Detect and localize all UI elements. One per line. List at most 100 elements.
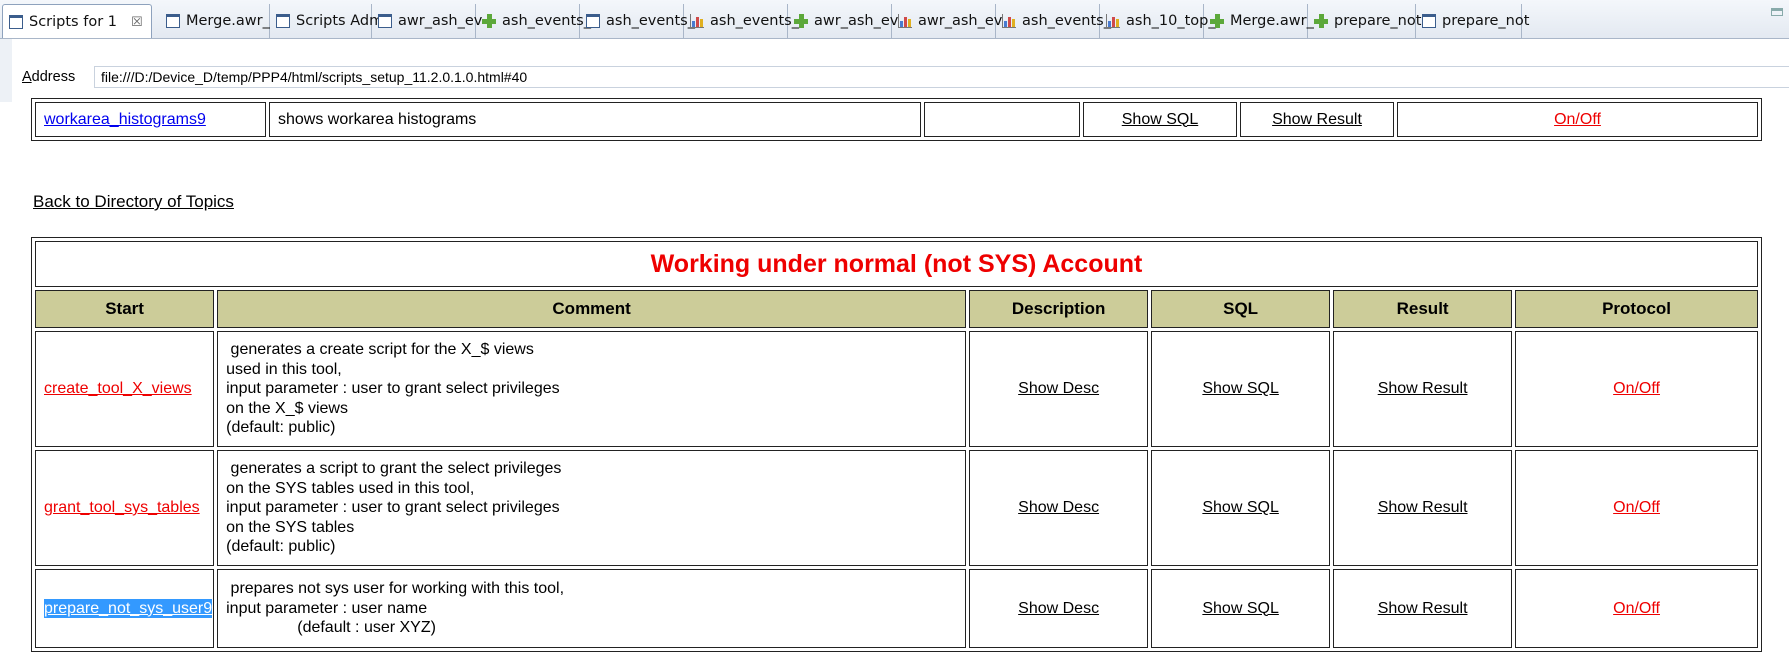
tab-awr-ash-ev[interactable]: awr_ash_ev: [788, 4, 898, 38]
document-icon: [586, 14, 600, 28]
column-header-comment: Comment: [217, 290, 967, 328]
show-desc-link[interactable]: Show Desc: [1018, 380, 1099, 397]
comment-cell: prepares not sys user for working with t…: [217, 569, 967, 648]
show-sql-link[interactable]: Show SQL: [1202, 380, 1278, 397]
result-cell: Show Result: [1333, 331, 1513, 447]
tab-merge-awr[interactable]: Merge.awr_: [1204, 4, 1314, 38]
tab-label: Merge.awr_: [1230, 13, 1314, 29]
tab-label: ash_events_: [1022, 13, 1111, 29]
show-sql-link[interactable]: Show SQL: [1122, 111, 1198, 128]
comment-line: generates a script to grant the select p…: [226, 460, 562, 478]
protocol-toggle-link[interactable]: On/Off: [1613, 380, 1660, 397]
result-cell: Show Result: [1240, 102, 1394, 137]
sql-cell: Show SQL: [1151, 331, 1331, 447]
tab-ash-events[interactable]: ash_events_: [996, 4, 1111, 38]
table-row: prepare_not_sys_user9 prepares not sys u…: [35, 569, 1758, 648]
tab-merge-awr[interactable]: Merge.awr_: [160, 4, 270, 38]
tab-label: ash_events_: [502, 13, 591, 29]
tab-label: Scripts for 1: [29, 14, 117, 30]
tab-ash-events[interactable]: ash_events_: [476, 4, 591, 38]
description-cell: Show Desc: [969, 450, 1149, 566]
tab-label: awr_ash_ev: [918, 13, 1003, 29]
tab-label: ash_10_top_: [1126, 13, 1216, 29]
show-sql-link[interactable]: Show SQL: [1202, 600, 1278, 617]
protocol-toggle-link[interactable]: On/Off: [1613, 600, 1660, 617]
comment-cell: shows workarea histograms: [269, 102, 921, 137]
show-sql-link[interactable]: Show SQL: [1202, 499, 1278, 516]
tab-awr-ash-ev[interactable]: awr_ash_ev: [372, 4, 482, 38]
result-cell: Show Result: [1333, 450, 1513, 566]
maximize-icon[interactable]: [1771, 8, 1783, 16]
comment-line: (default: public): [226, 419, 336, 437]
page-content: workarea_histograms9 shows workarea hist…: [0, 98, 1789, 653]
tab-ash-events[interactable]: ash_events_: [684, 4, 799, 38]
table-header-row: Start Comment Description SQL Result Pro…: [35, 290, 1758, 328]
show-result-link[interactable]: Show Result: [1378, 380, 1468, 397]
sql-cell: Show SQL: [1083, 102, 1237, 137]
description-cell: [924, 102, 1080, 137]
editor-tab-strip: Scripts for 1 ☒ Merge.awr_ Scripts Adm a…: [0, 0, 1789, 39]
show-result-link[interactable]: Show Result: [1272, 111, 1362, 128]
table-row: create_tool_X_views generates a create s…: [35, 331, 1758, 447]
tab-ash-10-top[interactable]: ash_10_top_: [1100, 4, 1216, 38]
script-link-create-tool-x-views[interactable]: create_tool_X_views: [44, 380, 192, 397]
tab-awr-ash-ev[interactable]: awr_ash_ev: [892, 4, 1002, 38]
script-link-grant-tool-sys-tables[interactable]: grant_tool_sys_tables: [44, 499, 200, 516]
tab-scripts-adm[interactable]: Scripts Adm: [270, 4, 383, 38]
tab-label: prepare_not: [1334, 13, 1422, 29]
scripts-table-partial: workarea_histograms9 shows workarea hist…: [31, 98, 1762, 141]
show-result-link[interactable]: Show Result: [1378, 600, 1468, 617]
tab-ash-events[interactable]: ash_events_: [580, 4, 695, 38]
show-result-link[interactable]: Show Result: [1378, 499, 1468, 516]
table-title-row: Working under normal (not SYS) Account: [35, 241, 1758, 287]
chart-icon: [690, 14, 704, 28]
comment-line: on the X_$ views: [226, 399, 348, 417]
comment-line: used in this tool,: [226, 360, 342, 378]
start-cell: workarea_histograms9: [35, 102, 266, 137]
address-input[interactable]: file:///D:/Device_D/temp/PPP4/html/scrip…: [94, 66, 1789, 88]
protocol-cell: On/Off: [1515, 569, 1758, 648]
comment-line: input parameter : user to grant select p…: [226, 499, 560, 517]
back-to-directory-link[interactable]: Back to Directory of Topics: [33, 192, 234, 212]
close-icon[interactable]: ☒: [131, 15, 143, 30]
comment-line: on the SYS tables: [226, 518, 355, 536]
tab-prepare-not[interactable]: prepare_not: [1308, 4, 1421, 38]
protocol-toggle-link[interactable]: On/Off: [1613, 499, 1660, 516]
tab-scripts-for-1[interactable]: Scripts for 1 ☒: [2, 4, 152, 38]
comment-cell: generates a script to grant the select p…: [217, 450, 967, 566]
script-link-prepare-not-sys-user9[interactable]: prepare_not_sys_user9: [44, 598, 213, 618]
description-cell: Show Desc: [969, 331, 1149, 447]
show-desc-link[interactable]: Show Desc: [1018, 499, 1099, 516]
document-icon: [378, 14, 392, 28]
protocol-cell: On/Off: [1515, 331, 1758, 447]
comment-line: prepares not sys user for working with t…: [226, 580, 565, 598]
start-cell: create_tool_X_views: [35, 331, 215, 447]
protocol-cell: On/Off: [1397, 102, 1758, 137]
tab-label: ash_events_: [710, 13, 799, 29]
plus-icon: [1210, 14, 1224, 28]
tab-label: awr_ash_ev: [814, 13, 899, 29]
column-header-description: Description: [969, 290, 1149, 328]
tab-label: awr_ash_ev: [398, 13, 483, 29]
description-cell: Show Desc: [969, 569, 1149, 648]
tab-label: Scripts Adm: [296, 13, 384, 29]
tab-prepare-not[interactable]: prepare_not: [1416, 4, 1529, 38]
sql-cell: Show SQL: [1151, 569, 1331, 648]
tab-label: Merge.awr_: [186, 13, 270, 29]
document-icon: [9, 15, 23, 29]
table-title: Working under normal (not SYS) Account: [35, 241, 1758, 287]
table-row: grant_tool_sys_tables generates a script…: [35, 450, 1758, 566]
chart-icon: [1002, 14, 1016, 28]
show-desc-link[interactable]: Show Desc: [1018, 600, 1099, 617]
protocol-toggle-link[interactable]: On/Off: [1554, 111, 1601, 128]
column-header-start: Start: [35, 290, 215, 328]
column-header-result: Result: [1333, 290, 1513, 328]
comment-line: input parameter : user to grant select p…: [226, 380, 560, 398]
start-cell: grant_tool_sys_tables: [35, 450, 215, 566]
sql-cell: Show SQL: [1151, 450, 1331, 566]
protocol-cell: On/Off: [1515, 450, 1758, 566]
comment-line: on the SYS tables used in this tool,: [226, 479, 475, 497]
script-link-workarea-histograms9[interactable]: workarea_histograms9: [44, 111, 206, 128]
chart-icon: [898, 14, 912, 28]
comment-line: generates a create script for the X_$ vi…: [226, 341, 534, 359]
